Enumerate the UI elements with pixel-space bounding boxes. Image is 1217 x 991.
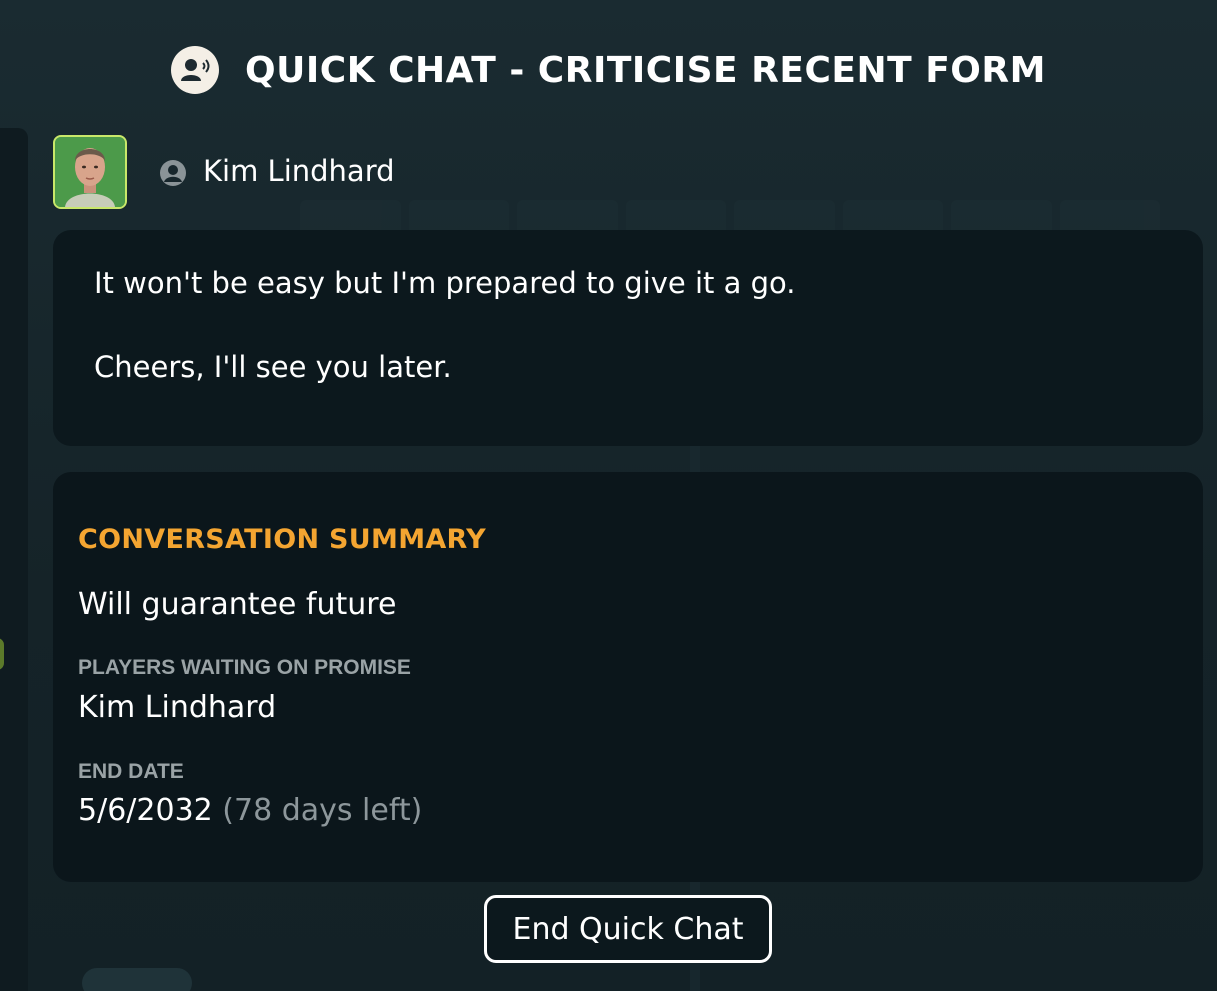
summary-outcome: Will guarantee future	[78, 587, 397, 622]
dialog-header: QUICK CHAT - CRITICISE RECENT FORM	[0, 42, 1217, 98]
quick-chat-screen: QUICK CHAT - CRITICISE RECENT FORM Kim L…	[0, 0, 1217, 991]
message-bubble: It won't be easy but I'm prepared to giv…	[53, 230, 1203, 446]
players-waiting-label: PLAYERS WAITING ON PROMISE	[78, 656, 411, 679]
players-waiting-value[interactable]: Kim Lindhard	[78, 690, 276, 725]
conversation-summary-panel: CONVERSATION SUMMARY Will guarantee futu…	[53, 472, 1203, 882]
days-left-value: (78 days left)	[222, 793, 423, 828]
end-quick-chat-button[interactable]: End Quick Chat	[484, 895, 772, 963]
background-pill	[82, 968, 192, 991]
end-quick-chat-label: End Quick Chat	[512, 911, 744, 947]
end-date-row: 5/6/2032 (78 days left)	[78, 793, 422, 828]
player-face-icon	[55, 137, 125, 207]
person-icon	[160, 160, 186, 186]
end-date-value: 5/6/2032	[78, 793, 213, 828]
player-avatar[interactable]	[53, 135, 127, 209]
dialog-title: QUICK CHAT - CRITICISE RECENT FORM	[245, 49, 1046, 91]
speaker-name[interactable]: Kim Lindhard	[203, 154, 395, 188]
message-line: It won't be easy but I'm prepared to giv…	[94, 266, 796, 300]
left-side-panel	[0, 128, 28, 991]
quick-chat-icon	[171, 46, 220, 94]
summary-heading: CONVERSATION SUMMARY	[78, 524, 487, 555]
left-panel-indicator	[0, 638, 4, 670]
end-date-label: END DATE	[78, 760, 184, 783]
message-line: Cheers, I'll see you later.	[94, 350, 452, 384]
